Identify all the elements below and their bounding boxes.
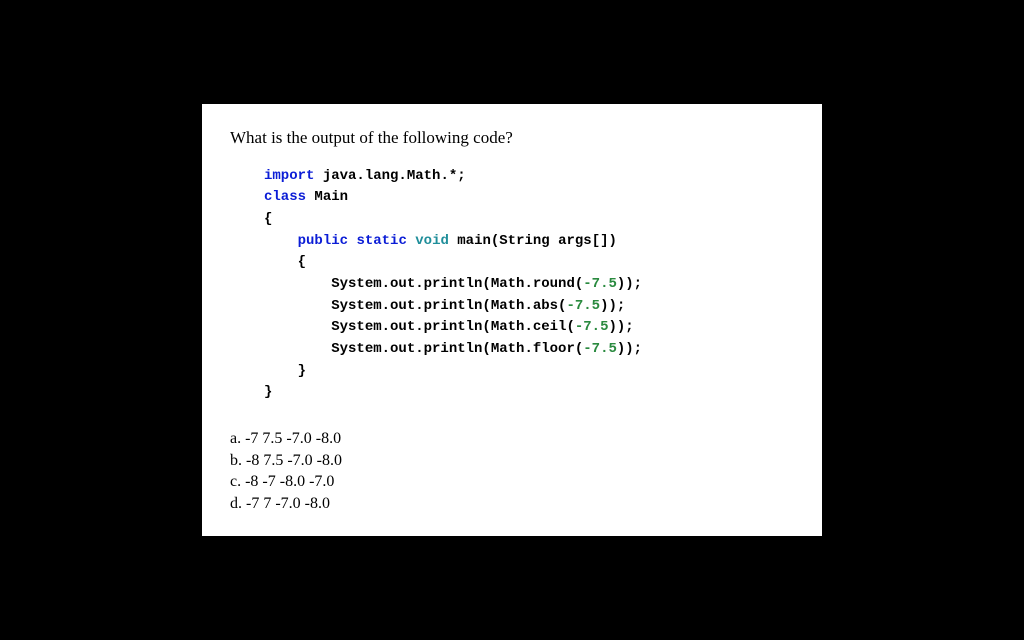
brace-close: }: [264, 384, 272, 400]
number-literal: -7.5: [575, 319, 609, 335]
question-text: What is the output of the following code…: [230, 128, 794, 148]
number-literal: -7.5: [566, 298, 600, 314]
code-text: System.out.println(Math.ceil(: [264, 319, 575, 335]
code-text: System.out.println(Math.abs(: [264, 298, 566, 314]
option-d: d. -7 7 -7.0 -8.0: [230, 493, 794, 515]
option-a: a. -7 7.5 -7.0 -8.0: [230, 428, 794, 450]
code-block: import java.lang.Math.*; class Main { pu…: [264, 166, 794, 405]
code-text: System.out.println(Math.floor(: [264, 341, 583, 357]
keyword-class: class: [264, 189, 306, 205]
code-text: ));: [617, 341, 642, 357]
keyword-public: public: [298, 233, 348, 249]
code-text: main(String args[]): [449, 233, 617, 249]
number-literal: -7.5: [583, 276, 617, 292]
option-b: b. -8 7.5 -7.0 -8.0: [230, 450, 794, 472]
code-text: ));: [617, 276, 642, 292]
code-text: System.out.println(Math.round(: [264, 276, 583, 292]
code-text: ));: [600, 298, 625, 314]
number-literal: -7.5: [583, 341, 617, 357]
question-card: What is the output of the following code…: [202, 104, 822, 537]
keyword-static: static: [356, 233, 406, 249]
code-text: java.lang.Math.*;: [314, 168, 465, 184]
code-text: Main: [306, 189, 348, 205]
brace-close-inner: }: [264, 363, 306, 379]
brace-open-inner: {: [264, 254, 306, 270]
option-c: c. -8 -7 -8.0 -7.0: [230, 471, 794, 493]
code-text: ));: [608, 319, 633, 335]
keyword-import: import: [264, 168, 314, 184]
brace-open: {: [264, 211, 272, 227]
keyword-void: void: [415, 233, 449, 249]
answer-options: a. -7 7.5 -7.0 -8.0 b. -8 7.5 -7.0 -8.0 …: [230, 428, 794, 514]
